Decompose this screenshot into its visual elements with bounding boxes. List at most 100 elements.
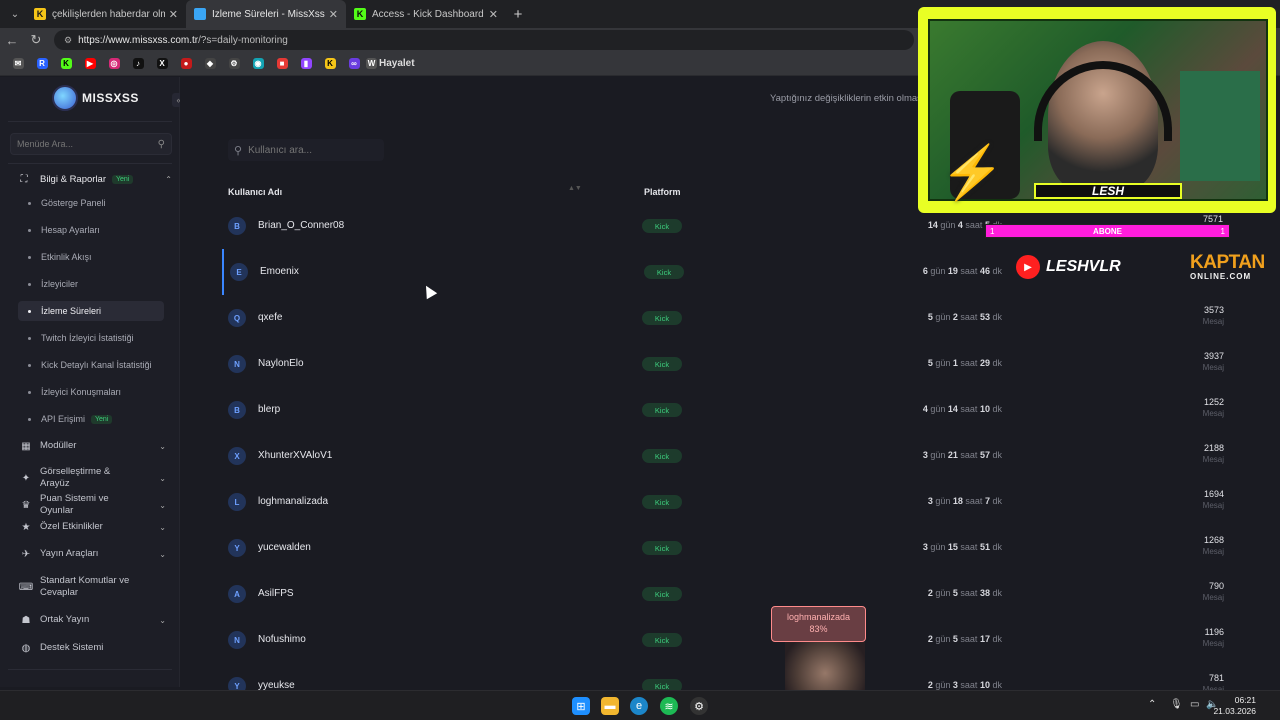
username[interactable]: blerp (258, 404, 280, 415)
username[interactable]: loghmanalizada (258, 496, 328, 507)
username[interactable]: AsilFPS (258, 588, 294, 599)
display-icon[interactable]: ▭ (1190, 699, 1199, 710)
new-tab-button[interactable]: + (506, 6, 530, 23)
username[interactable]: NaylonElo (258, 358, 304, 369)
bookmark-r-icon[interactable]: R (30, 56, 54, 72)
bookmark-mail-icon[interactable]: ✉ (6, 56, 30, 72)
bookmark-youtube-icon[interactable]: ▶ (78, 56, 102, 72)
start-icon[interactable]: ⊞ (572, 697, 590, 715)
wall-flag (1180, 71, 1260, 181)
spotify-icon[interactable]: ≋ (660, 697, 678, 715)
sidebar-subitem[interactable]: Hesap Ayarları (18, 220, 164, 240)
username[interactable]: Emoenix (260, 266, 299, 277)
search-icon[interactable]: ⚲ (158, 139, 165, 150)
sidebar-subitem[interactable]: Etkinlik Akışı (18, 247, 164, 267)
duration-minutes: 38 (979, 588, 990, 598)
username[interactable]: qxefe (258, 312, 282, 323)
nav-section-bilgi-raporlar[interactable]: ⛶ Bilgi & Raporlar Yeni ⌃ (18, 169, 173, 189)
unit-min: dk (992, 680, 1002, 690)
user-search-input[interactable] (248, 144, 369, 156)
tab-close-icon[interactable]: ✕ (169, 8, 178, 21)
table-row[interactable]: N NaylonElo Kick 5 gün 1 saat 29 dk 3937 Mesa… (222, 341, 1242, 387)
browser-tab[interactable]: Kçekilişlerden haberdar olmak için ✕ (26, 0, 186, 28)
chevron-down-icon[interactable]: ⌄ (159, 523, 166, 532)
column-header-username[interactable]: Kullanıcı Adı (228, 187, 282, 197)
table-row[interactable]: Bblerp Kick 4 gün 14 saat 10 dk 1252 Mesaj (222, 387, 1242, 433)
bookmark-diamond-icon[interactable]: ◆ (198, 56, 222, 72)
unit-min: dk (992, 404, 1002, 414)
edge-icon[interactable]: e (630, 697, 648, 715)
chevron-down-icon[interactable]: ⌄ (159, 474, 166, 483)
username[interactable]: yucewalden (258, 542, 311, 553)
username[interactable]: XhunterXVAloV1 (258, 450, 332, 461)
bookmark-rec-icon[interactable]: ■ (270, 56, 294, 72)
bookmark-hayalet[interactable]: W Hayalet (366, 56, 415, 72)
bookmark-gear-icon[interactable]: ⚙ (222, 56, 246, 72)
table-row[interactable]: A AsilFPS Kick 2 gün 5 saat 38 dk 790 Mesaj (222, 571, 1242, 617)
bookmark-cyan-icon[interactable]: ◉ (246, 56, 270, 72)
sidebar-nav-item[interactable]: ♛ Puan Sistemi ve Oyunlar ⌄ (20, 493, 166, 517)
sidebar-divider (8, 669, 172, 670)
sidebar-nav-item[interactable]: ★ Özel Etkinlikler ⌄ (20, 520, 166, 534)
sidebar-nav-item[interactable]: ◍ Destek Sistemi (20, 641, 166, 655)
reload-icon[interactable]: ↻ (24, 32, 48, 48)
app-icon[interactable]: ⚙ (690, 697, 708, 715)
menu-search-box[interactable]: ⚲ (10, 133, 172, 155)
user-search-box[interactable]: ⚲ (228, 139, 384, 161)
table-row[interactable]: Qqxefe Kick 5 gün 2 saat 53 dk 3573 Mesaj (222, 295, 1242, 341)
message-label: Mesaj (1202, 409, 1224, 418)
microphone-icon[interactable]: 🎙 (1170, 699, 1183, 710)
username[interactable]: Brian_O_Conner08 (258, 220, 344, 231)
sidebar-nav-item[interactable]: ⌨ Standart Komutlar ve Cevaplar (18, 575, 166, 599)
back-arrow-icon[interactable]: ← (0, 33, 24, 48)
browser-tab[interactable]: İzleme Süreleri - MissXss AI Bot Sy ✕ (186, 0, 346, 28)
sidebar-nav-item[interactable]: ☗ Ortak Yayın ⌄ (20, 613, 166, 627)
table-row[interactable]: X XhunterXVAloV1 Kick 3 gün 21 saat 57 dk 21… (222, 433, 1242, 479)
site-info-icon[interactable]: ⚙ (64, 35, 72, 46)
menu-search-input[interactable] (17, 139, 147, 149)
address-bar[interactable]: ⚙ https://www.missxss.com.tr /?s=daily-m… (54, 30, 914, 50)
chevron-down-icon[interactable]: ⌄ (159, 616, 166, 625)
system-clock[interactable]: 06:21 21.03.2026 (1213, 695, 1256, 717)
sidebar-subitem[interactable]: Kick Detaylı Kanal İstatistiği (18, 355, 164, 375)
unit-day: gün (930, 542, 946, 552)
chevron-up-icon[interactable]: ⌃ (165, 175, 172, 184)
tray-overflow-icon[interactable]: ⌃ (1148, 699, 1156, 710)
browser-tab[interactable]: K Access - Kick Dashboard ✕ (346, 0, 506, 28)
sidebar-nav-item[interactable]: ✦ Görselleştirme & Arayüz ⌄ (20, 466, 166, 490)
chevron-down-icon[interactable]: ⌄ (159, 550, 166, 559)
platform-badge: Kick (642, 495, 682, 509)
tab-list-chevron-icon[interactable]: ⌄ (4, 4, 26, 24)
sidebar-nav-label: Standart Komutlar ve Cevaplar (40, 575, 130, 598)
bookmark-twitch-icon[interactable]: ▮ (294, 56, 318, 72)
bookmark-purple-icon[interactable]: ∞ (342, 56, 366, 72)
bookmark-red-icon[interactable]: ● (174, 56, 198, 72)
tab-close-icon[interactable]: ✕ (329, 8, 338, 21)
table-row[interactable]: N Nofushimo Kick 2 gün 5 saat 17 dk 1196 Mesa… (222, 617, 1242, 663)
table-row[interactable]: Yyucewalden Kick 3 gün 15 saat 51 dk 1268 Me… (222, 525, 1242, 571)
bookmark-kick-icon[interactable]: K (54, 56, 78, 72)
sidebar-subitem[interactable]: Gösterge Paneli (18, 193, 164, 213)
site-logo[interactable]: MISSXSS (52, 85, 139, 111)
chevron-down-icon[interactable]: ⌄ (159, 442, 166, 451)
sidebar-subitem[interactable]: Twitch İzleyici İstatistiği (18, 328, 164, 348)
duration-hours: 21 (947, 450, 958, 460)
username[interactable]: Nofushimo (258, 634, 306, 645)
keyboard-icon: ⌨ (18, 581, 34, 593)
bookmark-k-icon[interactable]: K (318, 56, 342, 72)
bookmark-tiktok-icon[interactable]: ♪ (126, 56, 150, 72)
sidebar-subitem[interactable]: İzleyici Konuşmaları (18, 382, 164, 402)
bookmark-instagram-icon[interactable]: ◎ (102, 56, 126, 72)
file-explorer-icon[interactable]: ▬ (601, 697, 619, 715)
sidebar-subitem[interactable]: İzleyiciler (18, 274, 164, 294)
sidebar-nav-item[interactable]: ✈ Yayın Araçları ⌄ (20, 547, 166, 561)
chevron-down-icon[interactable]: ⌄ (159, 501, 166, 510)
sidebar-subitem[interactable]: İzleme Süreleri (18, 301, 164, 321)
sort-icon[interactable]: ▲▼ (568, 185, 582, 192)
sidebar-nav-item[interactable]: ▦ Modüller ⌄ (20, 439, 166, 453)
column-header-platform[interactable]: Platform (644, 187, 681, 197)
table-row[interactable]: Lloghmanalizada Kick 3 gün 18 saat 7 dk 169… (222, 479, 1242, 525)
bookmark-x-icon[interactable]: X (150, 56, 174, 72)
tab-close-icon[interactable]: ✕ (489, 8, 498, 21)
sidebar-subitem[interactable]: API Erişimi Yeni (18, 409, 164, 429)
